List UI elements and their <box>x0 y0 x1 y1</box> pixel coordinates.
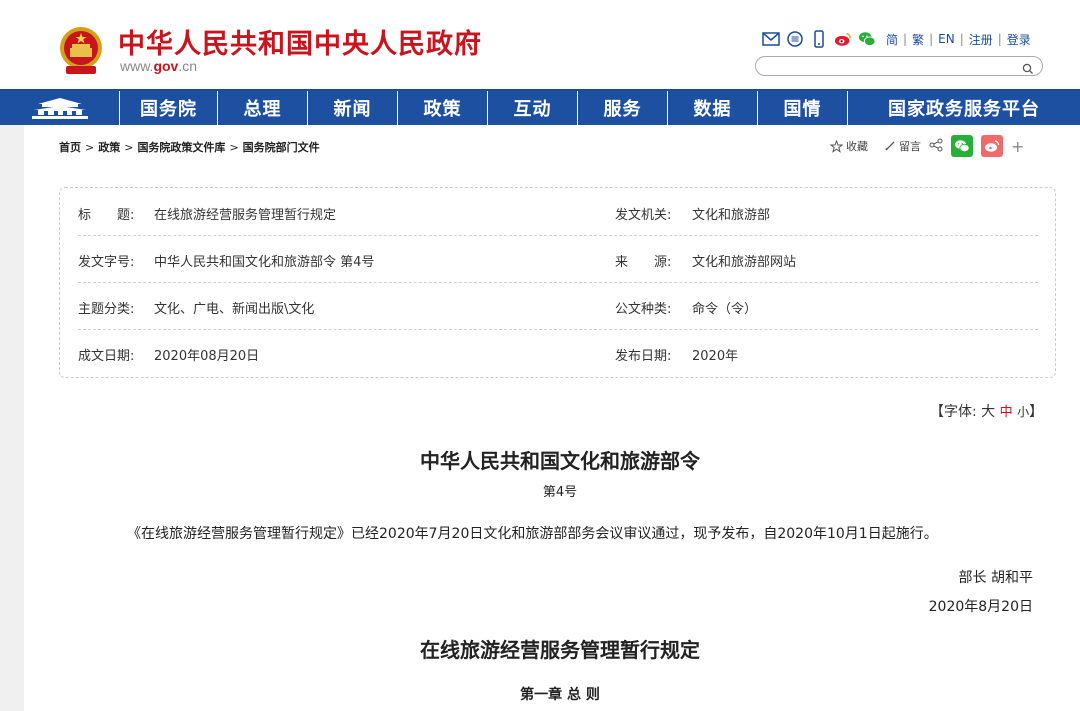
breadcrumb: 首页 > 政策 > 国务院政策文件库 > 国务院部门文件 <box>59 139 320 155</box>
search-input[interactable] <box>755 56 1043 76</box>
register-link[interactable]: 注册 <box>969 31 993 48</box>
doc-number-label: 发文字号: <box>78 255 135 270</box>
title-label-text: 标题 <box>78 208 157 223</box>
intro-paragraph: 《在线旅游经营服务管理暂行规定》已经2020年7月20日文化和旅游部部务会议审议… <box>127 526 938 542</box>
font-large-button[interactable]: 大 <box>981 404 995 420</box>
lang-traditional-link[interactable]: 繁 <box>912 31 924 48</box>
info-row: 主题分类: 文化、广电、新闻出版\文化 公文种类: 命令（令） <box>78 282 1038 330</box>
info-row: 成文日期: 2020年08月20日 发布日期: 2020年 <box>78 329 1038 376</box>
breadcrumb-separator: > <box>124 141 134 154</box>
nav-policy[interactable]: 政策 <box>398 91 488 125</box>
order-number: 第4号 <box>542 485 578 500</box>
mobile-icon[interactable] <box>810 30 828 48</box>
wechat-icon[interactable] <box>858 30 876 48</box>
nav-services[interactable]: 服务 <box>578 91 668 125</box>
publish-date-value: 2020年 <box>692 349 739 364</box>
lang-english-link[interactable]: EN <box>938 32 955 46</box>
site-url[interactable]: www.gov.cn <box>120 58 197 74</box>
header-tools: 简 | 繁 | EN | 注册 | 登录 <box>762 29 1031 49</box>
language-links: 简 | 繁 | EN | 注册 | 登录 <box>886 31 1031 48</box>
comment-button[interactable]: 留言 <box>884 138 921 154</box>
site-header: 中华人民共和国中央人民政府 www.gov.cn 简 | 繁 | EN | 注册 | 登… <box>0 0 1080 89</box>
national-emblem-icon[interactable] <box>58 24 104 76</box>
colon: : <box>130 208 135 223</box>
favorite-button[interactable]: 收藏 <box>830 138 868 154</box>
lang-simplified-link[interactable]: 简 <box>886 31 898 48</box>
left-gutter <box>0 125 24 711</box>
share-toolbar: 收藏 留言 + <box>830 135 1024 157</box>
menu-circle-icon[interactable] <box>786 30 804 48</box>
url-prefix: www. <box>120 58 154 74</box>
nav-home-icon[interactable] <box>0 91 120 125</box>
breadcrumb-separator: > <box>85 141 95 154</box>
share-icon[interactable] <box>929 138 943 155</box>
breadcrumb-department-docs-link[interactable]: 国务院部门文件 <box>243 141 320 154</box>
nav-news[interactable]: 新闻 <box>308 91 398 125</box>
separator: | <box>929 32 934 46</box>
nav-state-council[interactable]: 国务院 <box>120 91 218 125</box>
separator: | <box>903 32 908 46</box>
font-medium-button[interactable]: 中 <box>1000 405 1013 420</box>
nav-government-services-platform[interactable]: 国家政务服务平台 <box>848 91 1080 125</box>
star-icon <box>830 139 843 153</box>
info-row: 发文字号: 中华人民共和国文化和旅游部令 第4号 来源: 文化和旅游部网站 <box>78 235 1038 283</box>
doc-type-value: 命令（令） <box>692 302 758 317</box>
font-small-button[interactable]: 小 <box>1017 405 1029 419</box>
url-suffix: .cn <box>178 58 198 74</box>
topic-value: 文化、广电、新闻出版\文化 <box>154 302 315 317</box>
font-size-switcher: 【字体: 大 中 小】 <box>930 401 1043 421</box>
font-size-bracket: 】 <box>1029 404 1044 420</box>
nav-national-info[interactable]: 国情 <box>758 91 848 125</box>
weibo-icon[interactable] <box>834 30 852 48</box>
order-title: 中华人民共和国文化和旅游部令 <box>420 449 700 473</box>
favorite-label: 收藏 <box>846 140 868 153</box>
written-date-value: 2020年08月20日 <box>154 349 260 364</box>
nav-premier[interactable]: 总理 <box>218 91 308 125</box>
colon: : <box>667 255 672 270</box>
publish-date-label: 发布日期: <box>615 349 672 364</box>
site-title[interactable]: 中华人民共和国中央人民政府 <box>118 22 482 61</box>
source-label: 来源: <box>615 251 671 270</box>
title-value: 在线旅游经营服务管理暂行规定 <box>154 208 337 223</box>
nav-interaction[interactable]: 互动 <box>488 91 578 125</box>
title-label: 标题: <box>78 204 134 223</box>
share-weibo-icon[interactable] <box>981 135 1003 157</box>
comment-label: 留言 <box>899 140 921 153</box>
breadcrumb-separator: > <box>229 141 239 154</box>
pencil-icon <box>885 141 895 151</box>
topic-label: 主题分类: <box>78 302 135 317</box>
url-brand: gov <box>153 58 179 74</box>
breadcrumb-policy-link[interactable]: 政策 <box>98 141 120 154</box>
written-date-label: 成文日期: <box>78 349 135 364</box>
mail-icon[interactable] <box>762 30 780 48</box>
login-link[interactable]: 登录 <box>1007 31 1031 48</box>
nav-data[interactable]: 数据 <box>668 91 758 125</box>
source-value: 文化和旅游部网站 <box>692 255 797 270</box>
separator: | <box>997 32 1002 46</box>
main-nav: 国务院 总理 新闻 政策 互动 服务 数据 国情 国家政务服务平台 <box>0 89 1080 125</box>
search-icon[interactable] <box>1022 60 1034 79</box>
source-label-text: 来源 <box>615 255 694 270</box>
document-info-table: 标题: 在线旅游经营服务管理暂行规定 发文机关: 文化和旅游部 发文字号: 中华… <box>59 187 1056 378</box>
doc-number-value: 中华人民共和国文化和旅游部令 第4号 <box>154 255 375 270</box>
breadcrumb-policy-library-link[interactable]: 国务院政策文件库 <box>137 141 225 154</box>
share-wechat-icon[interactable] <box>951 135 973 157</box>
signer: 部长 胡和平 <box>958 570 1033 586</box>
more-icon[interactable]: + <box>1011 137 1024 156</box>
issuer-value: 文化和旅游部 <box>692 208 771 223</box>
breadcrumb-home-link[interactable]: 首页 <box>59 141 81 154</box>
regulation-title: 在线旅游经营服务管理暂行规定 <box>420 638 700 662</box>
doc-type-label: 公文种类: <box>615 302 672 317</box>
sign-date: 2020年8月20日 <box>928 599 1033 615</box>
issuer-label: 发文机关: <box>615 208 672 223</box>
chapter-heading: 第一章 总 则 <box>520 687 600 703</box>
font-size-label: 【字体: <box>930 404 977 420</box>
separator: | <box>959 32 964 46</box>
info-row: 标题: 在线旅游经营服务管理暂行规定 发文机关: 文化和旅游部 <box>78 188 1038 236</box>
